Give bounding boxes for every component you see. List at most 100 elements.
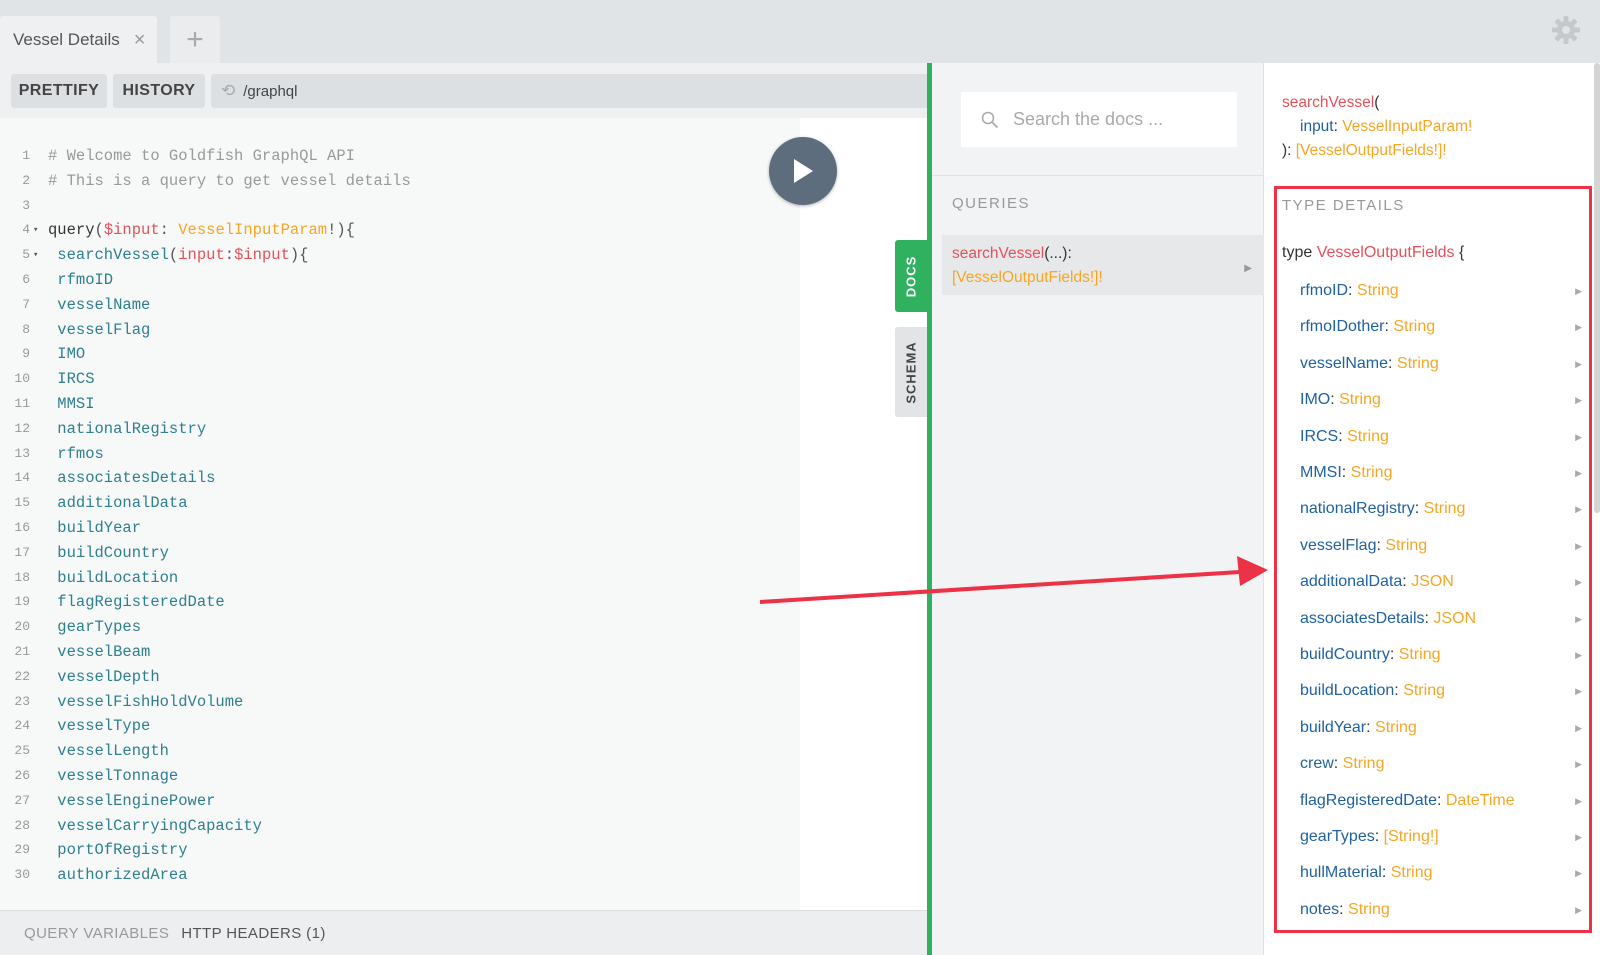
type-field[interactable]: gearTypes: [String!] ▶: [1300, 825, 1590, 849]
field-type[interactable]: JSON: [1433, 610, 1476, 627]
signature-name: searchVessel: [1282, 94, 1375, 111]
field-name: buildYear: [1300, 718, 1367, 736]
chevron-right-icon: ▶: [1575, 540, 1582, 551]
chevron-right-icon: ▶: [1575, 868, 1582, 879]
field-type[interactable]: String: [1424, 500, 1466, 517]
close-icon[interactable]: ×: [134, 30, 146, 50]
refresh-icon[interactable]: ⟲: [221, 81, 235, 101]
field-type[interactable]: [String!]: [1384, 828, 1439, 845]
line-text: IRCS: [48, 367, 95, 392]
field-type[interactable]: String: [1357, 282, 1399, 299]
code-token: IRCS: [48, 370, 95, 389]
code-token: VesselInputParam: [178, 221, 328, 240]
line-number: 22: [14, 668, 30, 684]
field-colon: :: [1381, 864, 1391, 882]
field-type[interactable]: String: [1343, 755, 1385, 772]
code-token: (: [168, 246, 179, 265]
prettify-button[interactable]: PRETTIFY: [11, 74, 107, 108]
field-type[interactable]: String: [1397, 355, 1439, 372]
field-name: nationalRegistry: [1300, 500, 1415, 518]
field-name: IRCS: [1300, 427, 1339, 445]
code-token: additionalData: [48, 494, 188, 513]
type-field[interactable]: vesselName: String ▶: [1300, 352, 1590, 376]
signature-arg-name[interactable]: input: [1300, 118, 1334, 135]
endpoint-url-bar[interactable]: ⟲ /graphql: [211, 74, 930, 108]
schema-tab[interactable]: SCHEMA: [895, 327, 927, 417]
field-type[interactable]: String: [1347, 428, 1389, 445]
line-text: vesselEnginePower: [48, 789, 215, 814]
type-field[interactable]: notes: String ▶: [1300, 898, 1590, 922]
docs-tab[interactable]: DOCS: [895, 240, 927, 312]
line-text: query($input: VesselInputParam!){: [48, 218, 355, 243]
line-number: 1: [22, 148, 30, 163]
signature-return-type[interactable]: [VesselOutputFields!]!: [1296, 142, 1447, 159]
line-text: gearTypes: [48, 615, 141, 640]
execute-query-button[interactable]: [769, 137, 837, 205]
type-field[interactable]: buildCountry: String ▶: [1300, 643, 1590, 667]
docs-search-input[interactable]: [1013, 109, 1213, 130]
field-type[interactable]: String: [1339, 391, 1381, 408]
type-field[interactable]: flagRegisteredDate: DateTime ▶: [1300, 789, 1590, 813]
code-token: !){: [327, 221, 355, 240]
code-token: vesselName: [48, 295, 151, 314]
chevron-right-icon: ▶: [1575, 504, 1582, 515]
chevron-right-icon: ▶: [1575, 650, 1582, 660]
fold-toggle-icon[interactable]: ▾: [33, 218, 38, 243]
type-field[interactable]: IRCS: String ▶: [1300, 425, 1590, 449]
field-type[interactable]: String: [1348, 901, 1390, 918]
field-type[interactable]: String: [1393, 318, 1435, 335]
line-number: 4: [22, 222, 30, 238]
field-name: crew: [1300, 755, 1334, 773]
type-field[interactable]: rfmoID: String ▶: [1300, 279, 1590, 303]
chevron-right-icon: ▶: [1575, 832, 1582, 842]
field-name: buildLocation: [1300, 682, 1395, 700]
chevron-right-icon: ▶: [1575, 795, 1582, 806]
type-field[interactable]: hullMaterial: String ▶: [1300, 861, 1590, 885]
line-number: 25: [14, 743, 30, 759]
type-field[interactable]: MMSI: String ▶: [1300, 461, 1590, 485]
type-field[interactable]: rfmoIDother: String ▶: [1300, 315, 1590, 339]
type-field[interactable]: buildYear: String ▶: [1300, 716, 1590, 740]
docs-scrollbar[interactable]: [1594, 63, 1600, 513]
chevron-right-icon: ▶: [1575, 577, 1582, 588]
query-editor[interactable]: 1 # Welcome to Goldfish GraphQL API 2 # Thi…: [0, 118, 930, 910]
code-token: vesselEnginePower: [48, 791, 216, 810]
type-field[interactable]: buildLocation: String ▶: [1300, 679, 1590, 703]
type-field[interactable]: additionalData: JSON ▶: [1300, 570, 1590, 594]
new-tab-button[interactable]: +: [170, 16, 220, 63]
field-type[interactable]: String: [1391, 864, 1433, 881]
type-field[interactable]: crew: String ▶: [1300, 752, 1590, 776]
query-item-searchvessel[interactable]: searchVessel(...): [VesselOutputFields!]…: [942, 235, 1264, 295]
line-text: vesselFishHoldVolume: [48, 690, 243, 715]
history-button[interactable]: HISTORY: [113, 74, 205, 108]
field-type[interactable]: JSON: [1411, 573, 1454, 590]
code-token: vesselFlag: [48, 320, 151, 339]
field-type[interactable]: String: [1351, 464, 1393, 481]
fold-toggle-icon[interactable]: ▾: [33, 243, 38, 268]
type-field[interactable]: associatesDetails: JSON ▶: [1300, 607, 1590, 631]
field-type[interactable]: DateTime: [1446, 792, 1515, 809]
code-token: MMSI: [48, 394, 95, 413]
signature-colon: :: [1333, 118, 1343, 135]
tab-vessel-details[interactable]: Vessel Details ×: [0, 16, 157, 63]
line-text: flagRegisteredDate: [48, 590, 224, 615]
chevron-right-icon: ▶: [1575, 759, 1582, 770]
chevron-right-icon: ▶: [1244, 263, 1252, 274]
gear-icon[interactable]: [1550, 14, 1582, 46]
line-number: 9: [22, 346, 30, 362]
http-headers-tab[interactable]: HTTP HEADERS (1): [181, 925, 325, 942]
field-type[interactable]: String: [1385, 537, 1427, 554]
query-variables-tab[interactable]: QUERY VARIABLES: [24, 925, 169, 942]
chevron-right-icon: ▶: [1575, 286, 1582, 296]
field-type[interactable]: String: [1399, 646, 1441, 663]
field-type[interactable]: String: [1403, 682, 1445, 699]
field-type[interactable]: String: [1375, 719, 1417, 736]
type-field[interactable]: IMO: String ▶: [1300, 388, 1590, 412]
field-name: hullMaterial: [1300, 864, 1382, 882]
type-field[interactable]: vesselFlag: String ▶: [1300, 534, 1590, 558]
type-field[interactable]: nationalRegistry: String ▶: [1300, 497, 1590, 521]
type-title: type VesselOutputFields {: [1282, 244, 1464, 262]
docs-search[interactable]: [961, 92, 1237, 147]
line-text: nationalRegistry: [48, 417, 206, 442]
signature-arg-type[interactable]: VesselInputParam!: [1342, 118, 1472, 135]
